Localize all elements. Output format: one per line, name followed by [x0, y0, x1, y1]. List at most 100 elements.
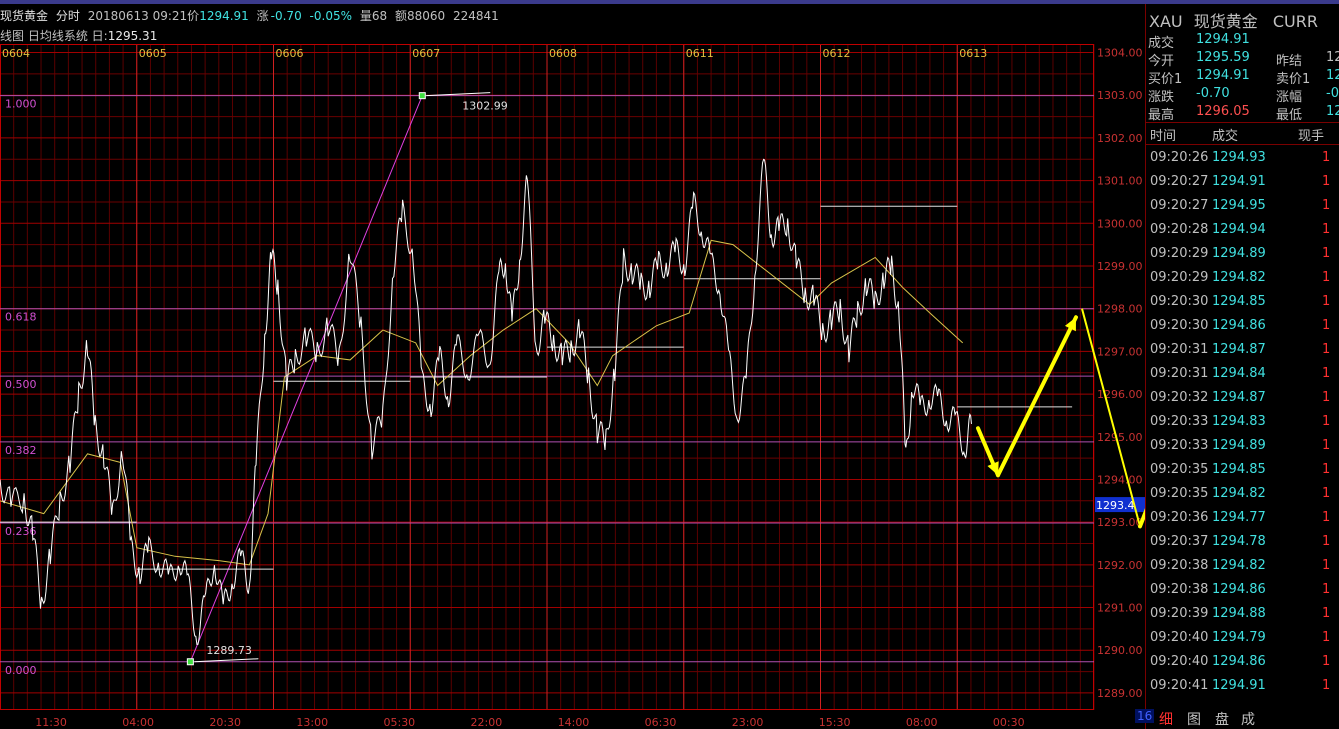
trade-qty: 1 [1322, 294, 1331, 309]
trade-row[interactable]: 09:20:26 1294.93 1 [1146, 146, 1339, 170]
trade-time: 09:20:40 [1150, 654, 1209, 669]
trade-row[interactable]: 09:20:41 1294.91 1 [1146, 674, 1339, 698]
ask-label: 卖价1 [1276, 72, 1311, 87]
trade-row[interactable]: 09:20:29 1294.82 1 [1146, 266, 1339, 290]
trade-row[interactable]: 09:20:27 1294.95 1 [1146, 194, 1339, 218]
trade-time: 09:20:27 [1150, 198, 1209, 213]
x-tick-label: 05:30 [383, 716, 415, 729]
y-tick-label: 1302.00 [1097, 132, 1143, 145]
trade-row[interactable]: 09:20:38 1294.86 1 [1146, 578, 1339, 602]
trade-time: 09:20:29 [1150, 270, 1209, 285]
symbol-code: XAU [1149, 12, 1183, 31]
fib-anchor-low [186, 658, 194, 666]
trade-time: 09:20:40 [1150, 630, 1209, 645]
quote-panel: XAU 现货黄金 CURR 成交 1294.91 今开 1295.59 昨结 1… [1145, 4, 1339, 729]
low-label: 最低 [1276, 108, 1303, 123]
x-tick-label: 23:00 [732, 716, 764, 729]
x-tick-label: 22:00 [471, 716, 503, 729]
prev-label: 昨结 [1276, 54, 1303, 69]
trade-qty: 1 [1322, 558, 1331, 573]
tab-prefix: 16 [1135, 709, 1155, 723]
indicator-name[interactable]: 线图 日均线系统 [0, 29, 88, 43]
trade-time: 09:20:29 [1150, 246, 1209, 261]
intraday-chart[interactable]: 0604 0605 0606 0607 0608 0611 0612 0613 11:30 04:… [0, 44, 1145, 729]
y-tick-label: 1300.00 [1097, 217, 1143, 230]
trade-time: 09:20:30 [1150, 318, 1209, 333]
trade-row[interactable]: 09:20:36 1294.77 1 [1146, 506, 1339, 530]
trade-row[interactable]: 09:20:31 1294.84 1 [1146, 362, 1339, 386]
y-tick-label: 1297.00 [1097, 345, 1143, 358]
y-tick-label: 1304.00 [1097, 47, 1143, 60]
bid-value: 1294.91 [1196, 68, 1250, 83]
trade-row[interactable]: 09:20:39 1294.88 1 [1146, 602, 1339, 626]
trade-row[interactable]: 09:20:30 1294.86 1 [1146, 314, 1339, 338]
trade-qty: 1 [1322, 678, 1331, 693]
trade-qty: 1 [1322, 270, 1331, 285]
trade-price: 1294.88 [1212, 606, 1266, 621]
symbol-name: 现货黄金 [1193, 12, 1258, 31]
header-price: 成交 [1212, 129, 1239, 144]
trade-row[interactable]: 09:20:40 1294.79 1 [1146, 626, 1339, 650]
price-annotation: 1289.73 [206, 644, 252, 657]
trade-time: 09:20:31 [1150, 366, 1209, 381]
trade-row[interactable]: 09:20:31 1294.87 1 [1146, 338, 1339, 362]
symbol-market: CURR [1272, 12, 1318, 31]
fib-anchor-high [418, 92, 426, 100]
tab-detail[interactable]: 细 [1159, 709, 1173, 729]
y-tick-label: 1298.00 [1097, 303, 1143, 316]
trade-price: 1294.82 [1212, 486, 1266, 501]
trade-row[interactable]: 09:20:37 1294.78 1 [1146, 530, 1339, 554]
x-tick-label: 04:00 [122, 716, 154, 729]
change-label: 涨 [256, 9, 269, 23]
last-label: 成交 [1148, 36, 1175, 51]
trade-row[interactable]: 09:20:28 1294.94 1 [1146, 218, 1339, 242]
ma-value: 1295.31 [107, 29, 158, 43]
trade-row[interactable]: 09:20:33 1294.89 1 [1146, 434, 1339, 458]
bid-label: 买价1 [1148, 72, 1183, 87]
y-tick-label: 1292.00 [1097, 559, 1143, 572]
trade-row[interactable]: 09:20:33 1294.83 1 [1146, 410, 1339, 434]
trade-row[interactable]: 09:20:35 1294.82 1 [1146, 482, 1339, 506]
chg-value: -0.70 [1196, 86, 1230, 101]
y-tick-label: 1303.00 [1097, 89, 1143, 102]
fib-level-label: 0.000 [5, 664, 37, 677]
trade-time: 09:20:33 [1150, 414, 1209, 429]
date-label: 0611 [686, 47, 714, 60]
tab-chart[interactable]: 图 [1187, 709, 1201, 729]
datetime: 20180613 09:21 [87, 9, 188, 23]
trade-price: 1294.94 [1212, 222, 1266, 237]
trade-row[interactable]: 09:20:40 1294.86 1 [1146, 650, 1339, 674]
trade-price: 1294.82 [1212, 270, 1266, 285]
trade-qty: 1 [1322, 246, 1331, 261]
trade-row[interactable]: 09:20:38 1294.82 1 [1146, 554, 1339, 578]
x-tick-label: 06:30 [645, 716, 677, 729]
volume: 量68 [359, 9, 388, 23]
trade-qty: 1 [1322, 606, 1331, 621]
header-qty: 现手 [1298, 129, 1325, 144]
date-label: 0606 [276, 47, 304, 60]
trade-qty: 1 [1322, 342, 1331, 357]
tab-orderbook[interactable]: 盘 [1215, 709, 1229, 729]
open-value: 1295.59 [1196, 50, 1250, 65]
date-label: 0608 [549, 47, 577, 60]
trade-qty: 1 [1322, 582, 1331, 597]
trade-price: 1294.86 [1212, 582, 1266, 597]
y-tick-label: 1293.00 [1097, 516, 1143, 529]
amount: 额88060 [394, 9, 446, 23]
fib-level-label: 0.382 [5, 444, 37, 457]
trade-price: 1294.86 [1212, 654, 1266, 669]
date-label: 0607 [412, 47, 440, 60]
trade-row[interactable]: 09:20:30 1294.85 1 [1146, 290, 1339, 314]
trade-row[interactable]: 09:20:32 1294.87 1 [1146, 386, 1339, 410]
trade-row[interactable]: 09:20:27 1294.91 1 [1146, 170, 1339, 194]
fib-level-label: 0.618 [5, 311, 37, 324]
trade-row[interactable]: 09:20:35 1294.85 1 [1146, 458, 1339, 482]
trade-time: 09:20:31 [1150, 342, 1209, 357]
y-tick-label: 1295.00 [1097, 431, 1143, 444]
tab-trades[interactable]: 成 [1241, 709, 1255, 729]
x-tick-label: 20:30 [209, 716, 241, 729]
trade-row[interactable]: 09:20:29 1294.89 1 [1146, 242, 1339, 266]
date-label: 0613 [959, 47, 987, 60]
current-price-tag-text: 1293.4 [1096, 499, 1135, 512]
chart-header: 现货黄金 分时 20180613 09:21价1294.91 涨 -0.70 -0… [0, 7, 503, 25]
